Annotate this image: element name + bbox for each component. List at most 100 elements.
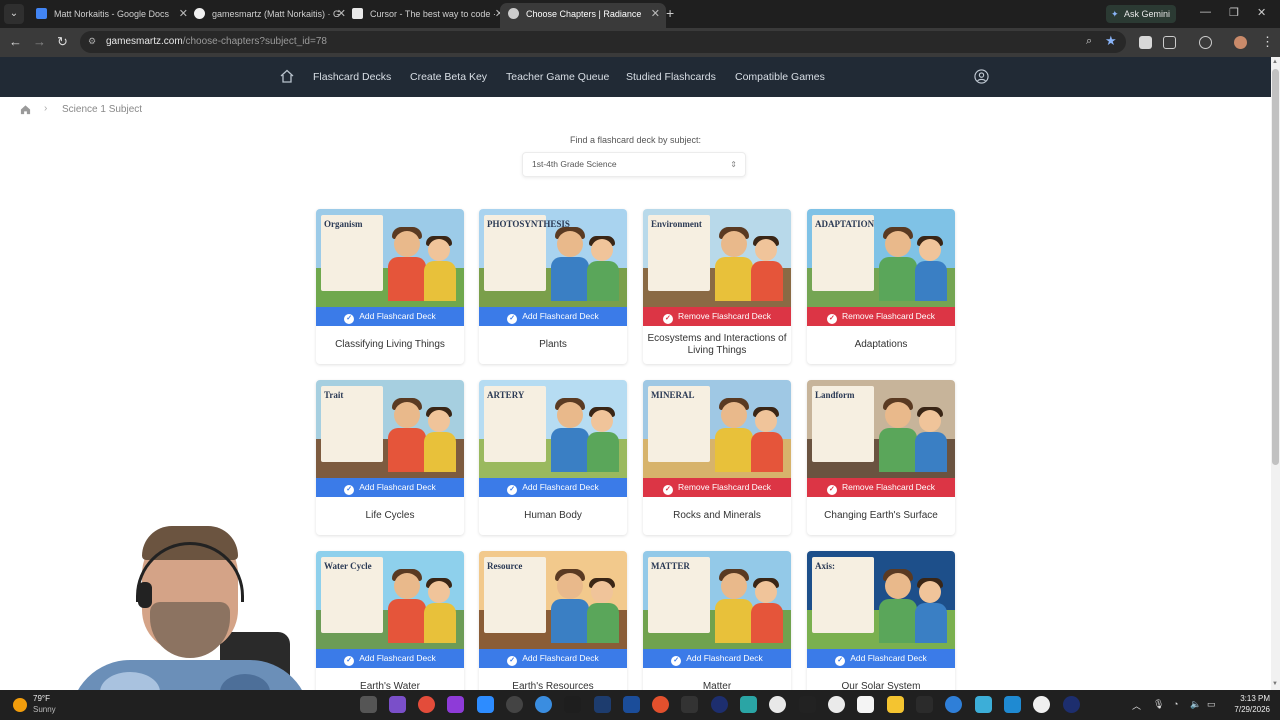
github-desktop-icon[interactable] (506, 696, 523, 713)
tab-search-button[interactable]: ⌄ (4, 4, 24, 24)
add-deck-button[interactable]: ✓ Add Flashcard Deck (479, 307, 627, 326)
deck-image[interactable]: ARTERY (479, 380, 627, 478)
tab-cursor[interactable]: Cursor - The best way to code · ✕ (344, 3, 510, 25)
subject-select[interactable]: 1st-4th Grade Science ⇕ (522, 152, 746, 177)
breadcrumb-home-icon[interactable] (20, 104, 31, 115)
edge-dev-icon[interactable] (945, 696, 962, 713)
remove-deck-button[interactable]: ✓ Remove Flashcard Deck (807, 307, 955, 326)
add-deck-button[interactable]: ✓ Add Flashcard Deck (316, 478, 464, 497)
postman-icon[interactable] (652, 696, 669, 713)
obs-alt-icon[interactable] (1063, 696, 1080, 713)
terminal-icon[interactable] (916, 696, 933, 713)
add-deck-button[interactable]: ✓ Add Flashcard Deck (479, 478, 627, 497)
deck-image[interactable]: MINERAL (643, 380, 791, 478)
minimize-icon[interactable]: — (1200, 6, 1211, 18)
s-app-icon[interactable] (975, 696, 992, 713)
scrollbar-thumb[interactable] (1272, 69, 1279, 465)
nav-teacher-game-queue[interactable]: Teacher Game Queue (506, 57, 609, 97)
deck-card[interactable]: PHOTOSYNTHESIS ✓ Add Flashcard Deck Plants (479, 209, 627, 364)
back-icon[interactable]: ← (9, 35, 22, 49)
obs-icon[interactable] (711, 696, 728, 713)
deck-image[interactable]: Resource (479, 551, 627, 649)
breadcrumb-current[interactable]: Science 1 Subject (62, 104, 142, 115)
deck-image[interactable]: Water Cycle (316, 551, 464, 649)
taskbar-time[interactable]: 3:13 PM (1222, 694, 1270, 703)
tab-github[interactable]: gamesmartz (Matt Norkaitis) · G ✕ (186, 3, 352, 25)
chatgpt-icon[interactable] (828, 696, 845, 713)
add-deck-button[interactable]: ✓ Add Flashcard Deck (316, 307, 464, 326)
scroll-down-icon[interactable]: ▼ (1272, 681, 1278, 687)
kebab-menu-icon[interactable]: ⋮ (1261, 35, 1274, 49)
deck-card[interactable]: ARTERY ✓ Add Flashcard Deck Human Body (479, 380, 627, 535)
nav-flashcard-decks[interactable]: Flashcard Decks (313, 57, 391, 97)
vscode-icon[interactable] (1004, 696, 1021, 713)
word-pad-icon[interactable] (857, 696, 874, 713)
add-deck-button[interactable]: ✓ Add Flashcard Deck (316, 649, 464, 668)
weather-condition[interactable]: Sunny (33, 705, 56, 714)
nav-studied-flashcards[interactable]: Studied Flashcards (626, 57, 716, 97)
deck-card[interactable]: Resource ✓ Add Flashcard Deck Earth's Resou… (479, 551, 627, 706)
bookmark-star-icon[interactable]: ★ (1105, 33, 1117, 49)
deck-card[interactable]: Landform ✓ Remove Flashcard Deck Changing E… (807, 380, 955, 535)
remove-deck-button[interactable]: ✓ Remove Flashcard Deck (643, 307, 791, 326)
deck-image[interactable]: PHOTOSYNTHESIS (479, 209, 627, 307)
add-deck-button[interactable]: ✓ Add Flashcard Deck (807, 649, 955, 668)
new-tab-icon[interactable]: + (666, 5, 674, 21)
edge-icon[interactable] (535, 696, 552, 713)
deck-card[interactable]: Environment ✓ Remove Flashcard Deck Ecosyst… (643, 209, 791, 364)
deck-card[interactable]: Axis: ✓ Add Flashcard Deck Our Solar System (807, 551, 955, 706)
tab-google-docs[interactable]: Matt Norkaitis - Google Docs ✕ (28, 3, 194, 25)
deck-image[interactable]: Axis: (807, 551, 955, 649)
restore-icon[interactable]: ❐ (1229, 6, 1239, 19)
deck-card[interactable]: ADAPTATION ✓ Remove Flashcard Deck Adaptati… (807, 209, 955, 364)
site-info-icon[interactable]: ⚙ (88, 36, 100, 48)
file-explorer-icon[interactable] (360, 696, 377, 713)
address-bar[interactable]: ⚙ gamesmartz.com/choose-chapters?subject… (80, 31, 1126, 53)
scroll-up-icon[interactable]: ▲ (1272, 59, 1278, 65)
user-account-icon[interactable] (974, 69, 989, 84)
speaker-icon[interactable]: 🔈 (1190, 699, 1201, 710)
app-icon[interactable] (564, 696, 581, 713)
page-scrollbar[interactable]: ▲ ▼ (1271, 57, 1280, 690)
deck-image[interactable]: Environment (643, 209, 791, 307)
remove-deck-button[interactable]: ✓ Remove Flashcard Deck (807, 478, 955, 497)
deck-card[interactable]: Trait ✓ Add Flashcard Deck Life Cycles (316, 380, 464, 535)
add-deck-button[interactable]: ✓ Add Flashcard Deck (643, 649, 791, 668)
weather-temperature[interactable]: 79°F (33, 694, 50, 703)
add-deck-button[interactable]: ✓ Add Flashcard Deck (479, 649, 627, 668)
weather-sun-icon[interactable] (13, 698, 27, 712)
taskbar-date[interactable]: 7/29/2026 (1222, 705, 1270, 714)
extension-icon[interactable] (1139, 36, 1152, 49)
visual-studio-icon[interactable] (389, 696, 406, 713)
forward-icon[interactable]: → (33, 35, 46, 49)
puzzle-icon[interactable] (1163, 36, 1176, 49)
nav-compatible-games[interactable]: Compatible Games (735, 57, 825, 97)
window-close-icon[interactable]: ✕ (1257, 6, 1266, 19)
deck-image[interactable]: ADAPTATION (807, 209, 955, 307)
tab-choose-chapters[interactable]: Choose Chapters | Radiance ✕ (500, 3, 666, 28)
close-icon[interactable]: ✕ (651, 3, 660, 25)
nav-create-beta-key[interactable]: Create Beta Key (410, 57, 487, 97)
pointer-app-icon[interactable] (681, 696, 698, 713)
chevron-up-icon[interactable]: ︿ (1132, 699, 1141, 712)
avatar[interactable] (1234, 36, 1247, 49)
deck-image[interactable]: Organism (316, 209, 464, 307)
deck-card[interactable]: MINERAL ✓ Remove Flashcard Deck Rocks and M… (643, 380, 791, 535)
chess-alt-icon[interactable] (1033, 696, 1050, 713)
microphone-icon[interactable]: 🎙 (1153, 699, 1164, 710)
folder-icon[interactable] (887, 696, 904, 713)
unity-icon[interactable] (799, 696, 816, 713)
url-text[interactable]: gamesmartz.com/choose-chapters?subject_i… (106, 31, 327, 53)
search-icon[interactable]: ⌕ (1086, 35, 1092, 48)
notepad-icon[interactable] (740, 696, 757, 713)
deck-card[interactable]: Organism ✓ Add Flashcard Deck Classifying L… (316, 209, 464, 364)
onenote-icon[interactable] (447, 696, 464, 713)
chess-icon[interactable] (769, 696, 786, 713)
chrome-icon[interactable] (418, 696, 435, 713)
deck-image[interactable]: Trait (316, 380, 464, 478)
deck-card[interactable]: Water Cycle ✓ Add Flashcard Deck Earth's Wa… (316, 551, 464, 706)
deck-image[interactable]: Landform (807, 380, 955, 478)
wifi-icon[interactable]: ◔ (1173, 699, 1178, 709)
deck-image[interactable]: MATTER (643, 551, 791, 649)
home-icon[interactable] (279, 68, 295, 84)
